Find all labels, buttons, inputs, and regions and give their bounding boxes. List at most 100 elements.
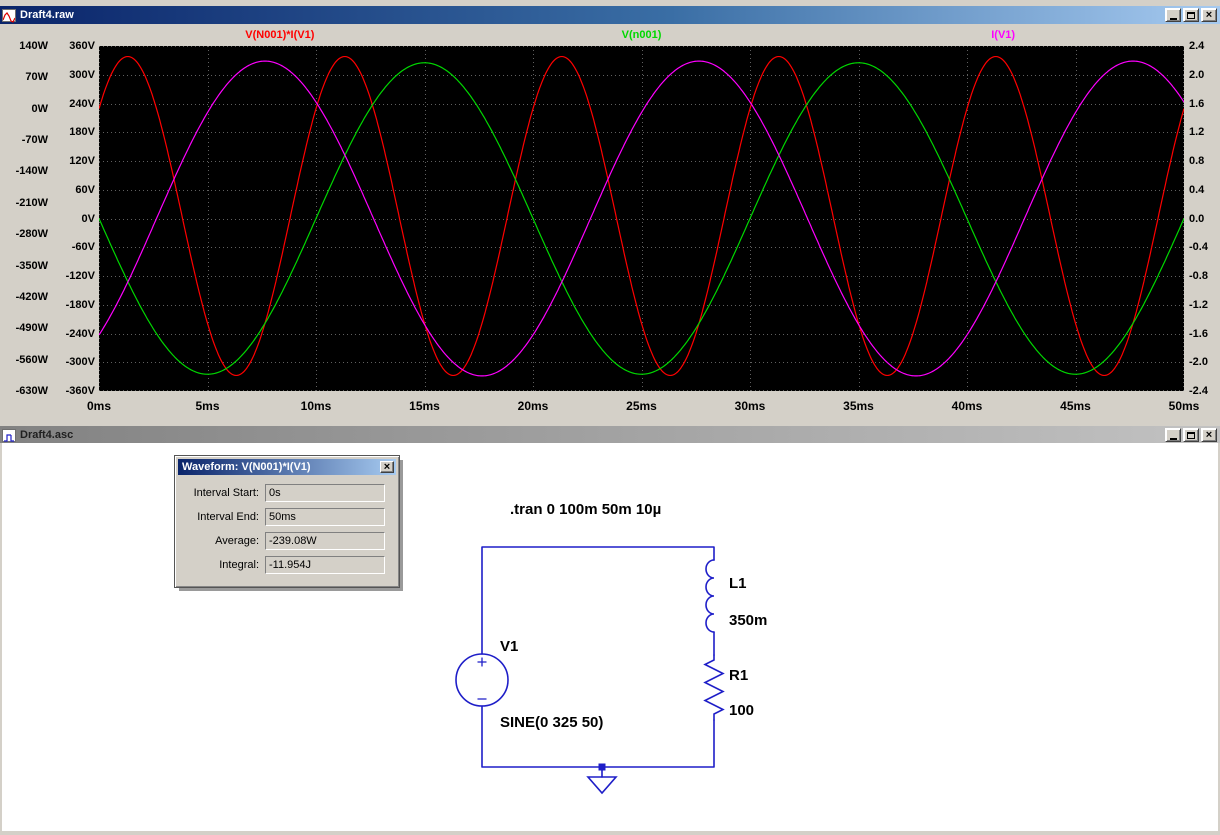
dialog-close-button[interactable]: ×: [380, 461, 394, 473]
minimize-icon: [1169, 17, 1177, 20]
field-label: Interval Start:: [193, 487, 259, 499]
axis-tick-label: 240V: [69, 97, 95, 110]
time-tick-label: 20ms: [517, 399, 549, 413]
field-value[interactable]: 50ms: [265, 508, 385, 526]
amps-axis: 2.4 2.0 1.6 1.2 0.8 0.4 0.0 -0.4 -0.8 -1.2 -1.6 -2.…: [1189, 40, 1220, 397]
axis-tick-label: 1.6: [1189, 97, 1205, 110]
time-tick-label: 35ms: [843, 399, 874, 413]
axis-tick-label: -300V: [65, 356, 95, 369]
inductor-name-label[interactable]: L1: [729, 575, 747, 592]
axis-tick-label: -560W: [15, 353, 48, 366]
axis-tick-label: 140W: [19, 40, 48, 52]
legend-voltage-trace[interactable]: V(n001): [461, 29, 823, 41]
resistor-name-label[interactable]: R1: [729, 667, 748, 684]
waveform-window-titlebar[interactable]: Draft4.raw ×: [0, 6, 1220, 24]
axis-tick-label: 180V: [69, 126, 95, 139]
time-tick-label: 25ms: [626, 399, 657, 413]
volts-axis: 360V 300V 240V 180V 120V 60V 0V -60V -120V -180V -…: [50, 40, 95, 397]
dialog-field-row: Interval Start: 0s: [175, 481, 399, 505]
dialog-title: Waveform: V(N001)*I(V1): [182, 461, 311, 473]
axis-tick-label: 2.4: [1189, 40, 1205, 52]
axis-tick-label: -0.4: [1189, 241, 1208, 254]
waveform-file-icon: [2, 8, 16, 23]
window-title: Draft4.asc: [20, 429, 74, 441]
axis-tick-label: -630W: [15, 384, 48, 397]
restore-button[interactable]: [1183, 428, 1199, 442]
source-name-label[interactable]: V1: [500, 638, 518, 655]
field-label: Interval End:: [197, 511, 259, 523]
dialog-field-row: Average: -239.08W: [175, 529, 399, 553]
plus-icon: [477, 657, 487, 667]
axis-tick-label: 1.2: [1189, 126, 1205, 139]
minimize-button[interactable]: [1165, 428, 1181, 442]
dialog-field-row: Integral: -11.954J: [175, 553, 399, 577]
schematic-window: Draft4.asc × .tran 0 100m 50m 10µ V1 SIN…: [0, 426, 1220, 835]
inductor-value-label[interactable]: 350m: [729, 612, 767, 629]
node-dot[interactable]: [598, 763, 606, 771]
waveform-plot[interactable]: [99, 46, 1184, 391]
waveform-window: Draft4.raw × V(N001)*I(V1) V(n001) I(V1)…: [0, 0, 1220, 426]
legend-power-trace[interactable]: V(N001)*I(V1): [99, 29, 461, 41]
spice-directive[interactable]: .tran 0 100m 50m 10µ: [510, 501, 661, 518]
wire[interactable]: [481, 546, 715, 778]
source-value-label[interactable]: SINE(0 325 50): [500, 714, 603, 731]
time-tick-label: 15ms: [409, 399, 440, 413]
axis-tick-label: -0.8: [1189, 270, 1208, 282]
axis-tick-label: 2.0: [1189, 68, 1205, 81]
time-tick-label: 0ms: [86, 399, 112, 413]
field-value[interactable]: -239.08W: [265, 532, 385, 550]
field-value[interactable]: 0s: [265, 484, 385, 502]
field-value[interactable]: -11.954J: [265, 556, 385, 574]
axis-tick-label: -490W: [15, 322, 48, 335]
dialog-field-row: Interval End: 50ms: [175, 505, 399, 529]
axis-tick-label: -120V: [65, 270, 95, 282]
resistor-symbol[interactable]: [703, 654, 725, 721]
axis-tick-label: -240V: [65, 327, 95, 340]
axis-tick-label: 300V: [69, 68, 95, 81]
plot-pane: V(N001)*I(V1) V(n001) I(V1) 140W 70W 0W -70…: [0, 24, 1220, 426]
axis-tick-label: -1.2: [1189, 298, 1208, 311]
dialog-titlebar[interactable]: Waveform: V(N001)*I(V1) ×: [178, 459, 396, 475]
trace-polyline: [99, 62, 1184, 375]
axis-tick-label: -350W: [15, 259, 48, 272]
time-tick-label: 50ms: [1168, 399, 1200, 413]
close-button[interactable]: ×: [1201, 428, 1217, 442]
schematic-file-icon: [2, 428, 16, 442]
axis-tick-label: 0W: [31, 102, 49, 115]
watts-axis: 140W 70W 0W -70W -140W -210W -280W -350W -420W -4…: [0, 40, 48, 397]
axis-tick-label: 0V: [81, 212, 95, 225]
restore-button[interactable]: [1183, 8, 1199, 22]
field-label: Integral:: [219, 559, 259, 571]
axis-tick-label: -140W: [15, 165, 48, 178]
time-tick-label: 30ms: [734, 399, 766, 413]
resistor-value-label[interactable]: 100: [729, 702, 754, 719]
axis-tick-label: 0.4: [1189, 183, 1205, 196]
axis-tick-label: 60V: [75, 183, 95, 196]
time-tick-label: 5ms: [195, 399, 220, 413]
axis-tick-label: 0.8: [1189, 155, 1205, 167]
axis-tick-label: 120V: [69, 155, 95, 167]
schematic-canvas[interactable]: .tran 0 100m 50m 10µ V1 SINE(0 325 50) L…: [0, 443, 1220, 835]
inductor-symbol[interactable]: [705, 559, 715, 633]
time-tick-label: 40ms: [951, 399, 983, 413]
axis-tick-label: -60V: [71, 241, 95, 254]
ltspice-app: Draft4.raw × V(N001)*I(V1) V(n001) I(V1)…: [0, 0, 1220, 835]
axis-tick-label: -2.0: [1189, 356, 1208, 369]
axis-tick-label: -2.4: [1189, 385, 1208, 397]
axis-tick-label: -180V: [65, 298, 95, 311]
field-label: Average:: [215, 535, 259, 547]
minimize-button[interactable]: [1165, 8, 1181, 22]
schematic-window-titlebar[interactable]: Draft4.asc ×: [0, 426, 1220, 444]
axis-tick-label: 70W: [25, 71, 48, 84]
dialog-fields: Interval Start: 0s Interval End: 50ms Averag…: [175, 481, 399, 577]
restore-icon: [1187, 431, 1195, 439]
axis-tick-label: 0.0: [1189, 212, 1205, 225]
restore-icon: [1187, 11, 1195, 19]
minimize-icon: [1169, 437, 1177, 440]
time-tick-label: 10ms: [300, 399, 332, 413]
legend-current-trace[interactable]: I(V1): [822, 29, 1184, 41]
axis-tick-label: -210W: [15, 196, 48, 209]
axis-tick-label: -1.6: [1189, 327, 1208, 340]
close-button[interactable]: ×: [1201, 8, 1217, 22]
ground-icon[interactable]: [586, 776, 618, 795]
